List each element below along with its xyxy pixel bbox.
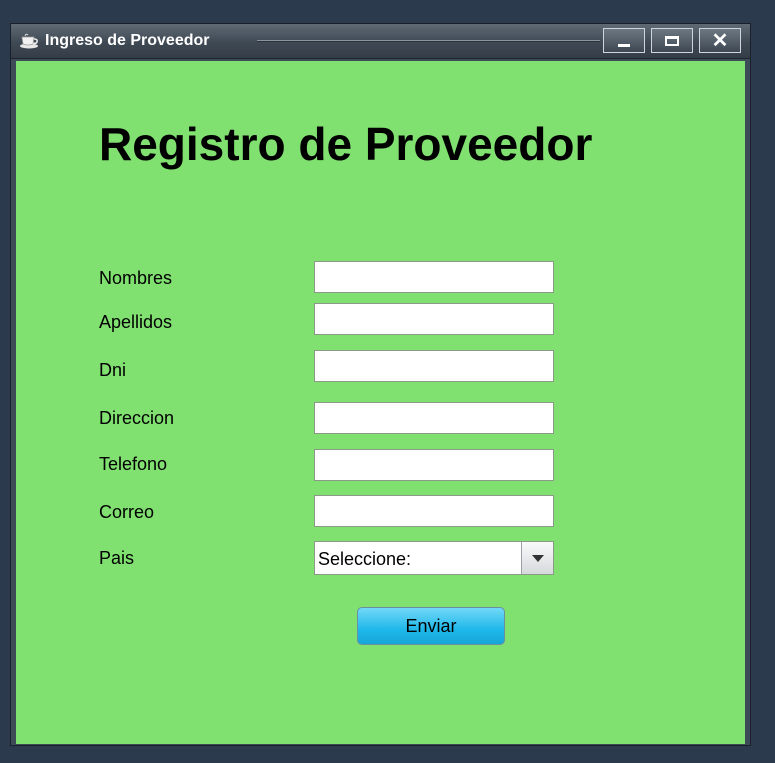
close-icon: ✕	[711, 29, 729, 52]
dni-input[interactable]	[314, 350, 554, 382]
pais-dropdown-button[interactable]	[521, 542, 553, 574]
apellidos-input[interactable]	[314, 303, 554, 335]
minimize-button[interactable]	[603, 28, 645, 53]
nombres-input[interactable]	[314, 261, 554, 293]
telefono-label: Telefono	[99, 454, 168, 474]
app-window: Ingreso de Proveedor ✕ Registro de Prove…	[10, 23, 751, 746]
enviar-button[interactable]: Enviar	[357, 607, 505, 645]
apellidos-label: Apellidos	[99, 312, 173, 332]
coffee-cup-icon	[19, 33, 41, 49]
telefono-input[interactable]	[314, 449, 554, 481]
title-bar[interactable]: Ingreso de Proveedor ✕	[11, 24, 750, 59]
maximize-button[interactable]	[651, 28, 693, 53]
form-panel: Registro de Proveedor Nombres Apellidos …	[16, 61, 745, 744]
chevron-down-icon	[531, 554, 544, 562]
direccion-input[interactable]	[314, 402, 554, 434]
correo-input[interactable]	[314, 495, 554, 527]
pais-selected-value: Seleccione:	[318, 549, 412, 569]
dni-label: Dni	[99, 360, 127, 380]
pais-label: Pais	[99, 548, 135, 568]
close-button[interactable]: ✕	[699, 28, 741, 53]
pais-select[interactable]: Seleccione:	[314, 541, 554, 575]
correo-label: Correo	[99, 502, 155, 522]
nombres-label: Nombres	[99, 268, 173, 288]
page-title: Registro de Proveedor	[99, 118, 593, 170]
title-divider	[257, 40, 600, 42]
maximize-icon	[665, 35, 679, 46]
direccion-label: Direccion	[99, 408, 175, 428]
window-title: Ingreso de Proveedor	[45, 32, 210, 49]
minimize-icon	[618, 44, 630, 47]
